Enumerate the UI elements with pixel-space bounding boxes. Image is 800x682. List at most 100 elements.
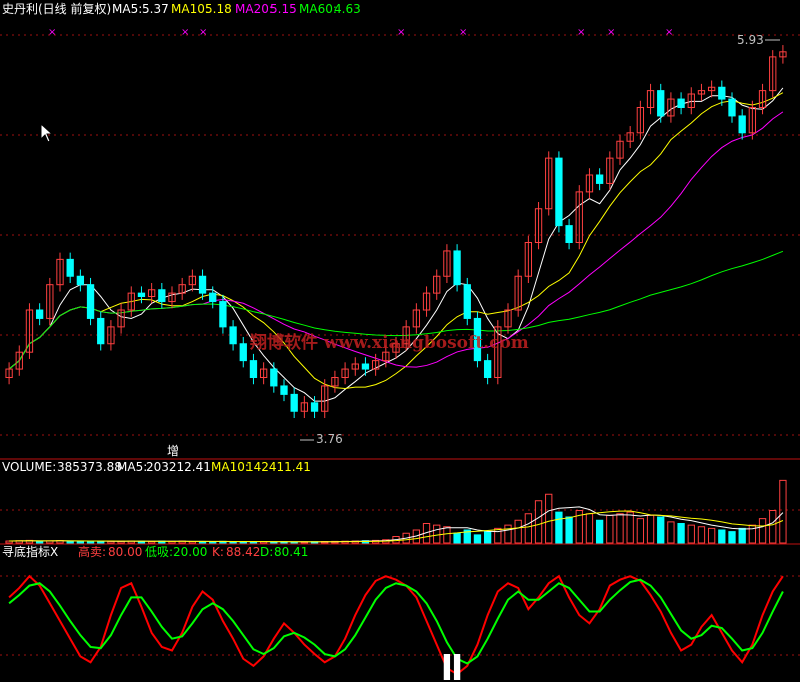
candle-body — [728, 98, 736, 117]
volume-bar — [738, 527, 746, 544]
d-value: 80.41 — [274, 545, 308, 559]
volume-bar — [473, 534, 482, 544]
d-label: D: — [260, 545, 273, 559]
volume-ma10-line — [9, 510, 784, 543]
volume-bar — [198, 541, 207, 544]
volume-bar — [35, 540, 44, 544]
volume-bar — [616, 513, 624, 544]
volume-bar — [626, 511, 634, 544]
volume-bar — [76, 540, 85, 544]
signal-markers: × × × × × × × × — [48, 27, 673, 38]
ma20-label: MA20: — [235, 2, 273, 16]
volume-bar — [677, 523, 685, 544]
candle-body — [565, 225, 573, 243]
volume-bar — [779, 479, 787, 544]
buy-signal-bar — [443, 654, 451, 680]
volume-bar — [555, 511, 563, 544]
volume-bar — [443, 526, 451, 544]
volume-ma10-value: 142411.41 — [246, 460, 311, 474]
volume-bar — [595, 519, 604, 544]
indicator-name: 寻底指标X — [2, 544, 58, 559]
candle-body — [198, 275, 207, 294]
candle-body — [361, 363, 370, 370]
candle-body — [738, 115, 746, 134]
candle-body — [66, 258, 74, 277]
signal-marker: × — [459, 27, 467, 38]
volume-bar — [433, 524, 441, 544]
low-price-label: 3.76 — [316, 432, 343, 446]
candle-body — [677, 98, 685, 108]
watermark: 翔博软件 www.xiangbosoft.com — [249, 332, 529, 353]
candle-body — [239, 343, 247, 362]
volume-bars — [5, 479, 787, 544]
signal-marker: × — [199, 27, 207, 38]
high-price-label: 5.93 — [737, 33, 764, 47]
signal-marker: × — [397, 27, 405, 38]
candle-body — [453, 250, 461, 286]
volume-label: VOLUME: — [2, 460, 56, 474]
volume-bar — [534, 500, 543, 544]
volume-bar — [494, 527, 502, 544]
k-line — [8, 574, 784, 676]
volume-bar — [718, 529, 726, 544]
volume-bar — [483, 531, 492, 544]
candle-body — [595, 174, 604, 184]
volume-bar — [97, 541, 105, 544]
sell-level-value: 80.00 — [108, 545, 142, 559]
candle-body — [555, 157, 563, 227]
candle-body — [718, 86, 726, 100]
stock-chart: 史丹利(日线 前复权) MA5: 5.37 MA10: 5.18 MA20: 5… — [0, 1, 800, 680]
signal-marker: × — [48, 27, 56, 38]
candle-body — [76, 275, 85, 286]
candle-body — [249, 360, 258, 378]
candle-body — [270, 368, 278, 387]
volume-bar — [697, 526, 706, 544]
buy-level-label: 低吸: — [145, 545, 173, 559]
candle-body — [219, 301, 227, 328]
volume-bar — [545, 493, 553, 544]
ma10-label: MA10: — [171, 2, 209, 16]
volume-bar — [514, 519, 522, 544]
buy-level-value: 20.00 — [173, 545, 207, 559]
volume-bar — [524, 513, 533, 544]
volume-ma10-label: MA10: — [211, 460, 249, 474]
d-line — [8, 578, 784, 665]
signal-marker: × — [665, 27, 673, 38]
ma20-line — [8, 111, 784, 370]
ma20-value: 5.15 — [270, 2, 297, 16]
volume-ma5-value: 203212.41 — [146, 460, 211, 474]
stock-title: 史丹利(日线 前复权) — [2, 1, 111, 16]
candle-body — [209, 292, 217, 303]
ma5-label: MA5: — [112, 2, 142, 16]
volume-bar — [565, 516, 573, 544]
volume-bar — [769, 510, 777, 544]
volume-value: 385373.88 — [57, 460, 122, 474]
k-label: K: — [212, 545, 224, 559]
signal-marker: × — [181, 27, 189, 38]
ma5-value: 5.37 — [142, 2, 169, 16]
volume-bar — [453, 532, 461, 544]
candle-body — [35, 309, 44, 319]
sell-level-label: 高卖: — [78, 544, 106, 559]
candlesticks — [5, 45, 787, 418]
volume-bar — [707, 527, 716, 544]
signal-label: 增 — [167, 444, 179, 458]
ma10-value: 5.18 — [205, 2, 232, 16]
k-value: 88.42 — [226, 545, 260, 559]
volume-bar — [504, 524, 512, 544]
candle-body — [158, 289, 166, 303]
candle-body — [310, 402, 319, 412]
buy-signal-bar — [453, 654, 461, 680]
signal-marker: × — [607, 27, 615, 38]
volume-bar — [606, 514, 614, 544]
signal-marker: × — [577, 27, 585, 38]
volume-bar — [667, 521, 675, 544]
volume-ma5-label: MA5: — [117, 460, 147, 474]
ma60-label: MA60: — [299, 2, 337, 16]
volume-bar — [657, 516, 665, 544]
ma60-value: 4.63 — [334, 2, 361, 16]
volume-bar — [636, 518, 645, 544]
volume-bar — [728, 531, 736, 544]
candle-body — [290, 393, 298, 412]
candle-body — [483, 360, 492, 378]
